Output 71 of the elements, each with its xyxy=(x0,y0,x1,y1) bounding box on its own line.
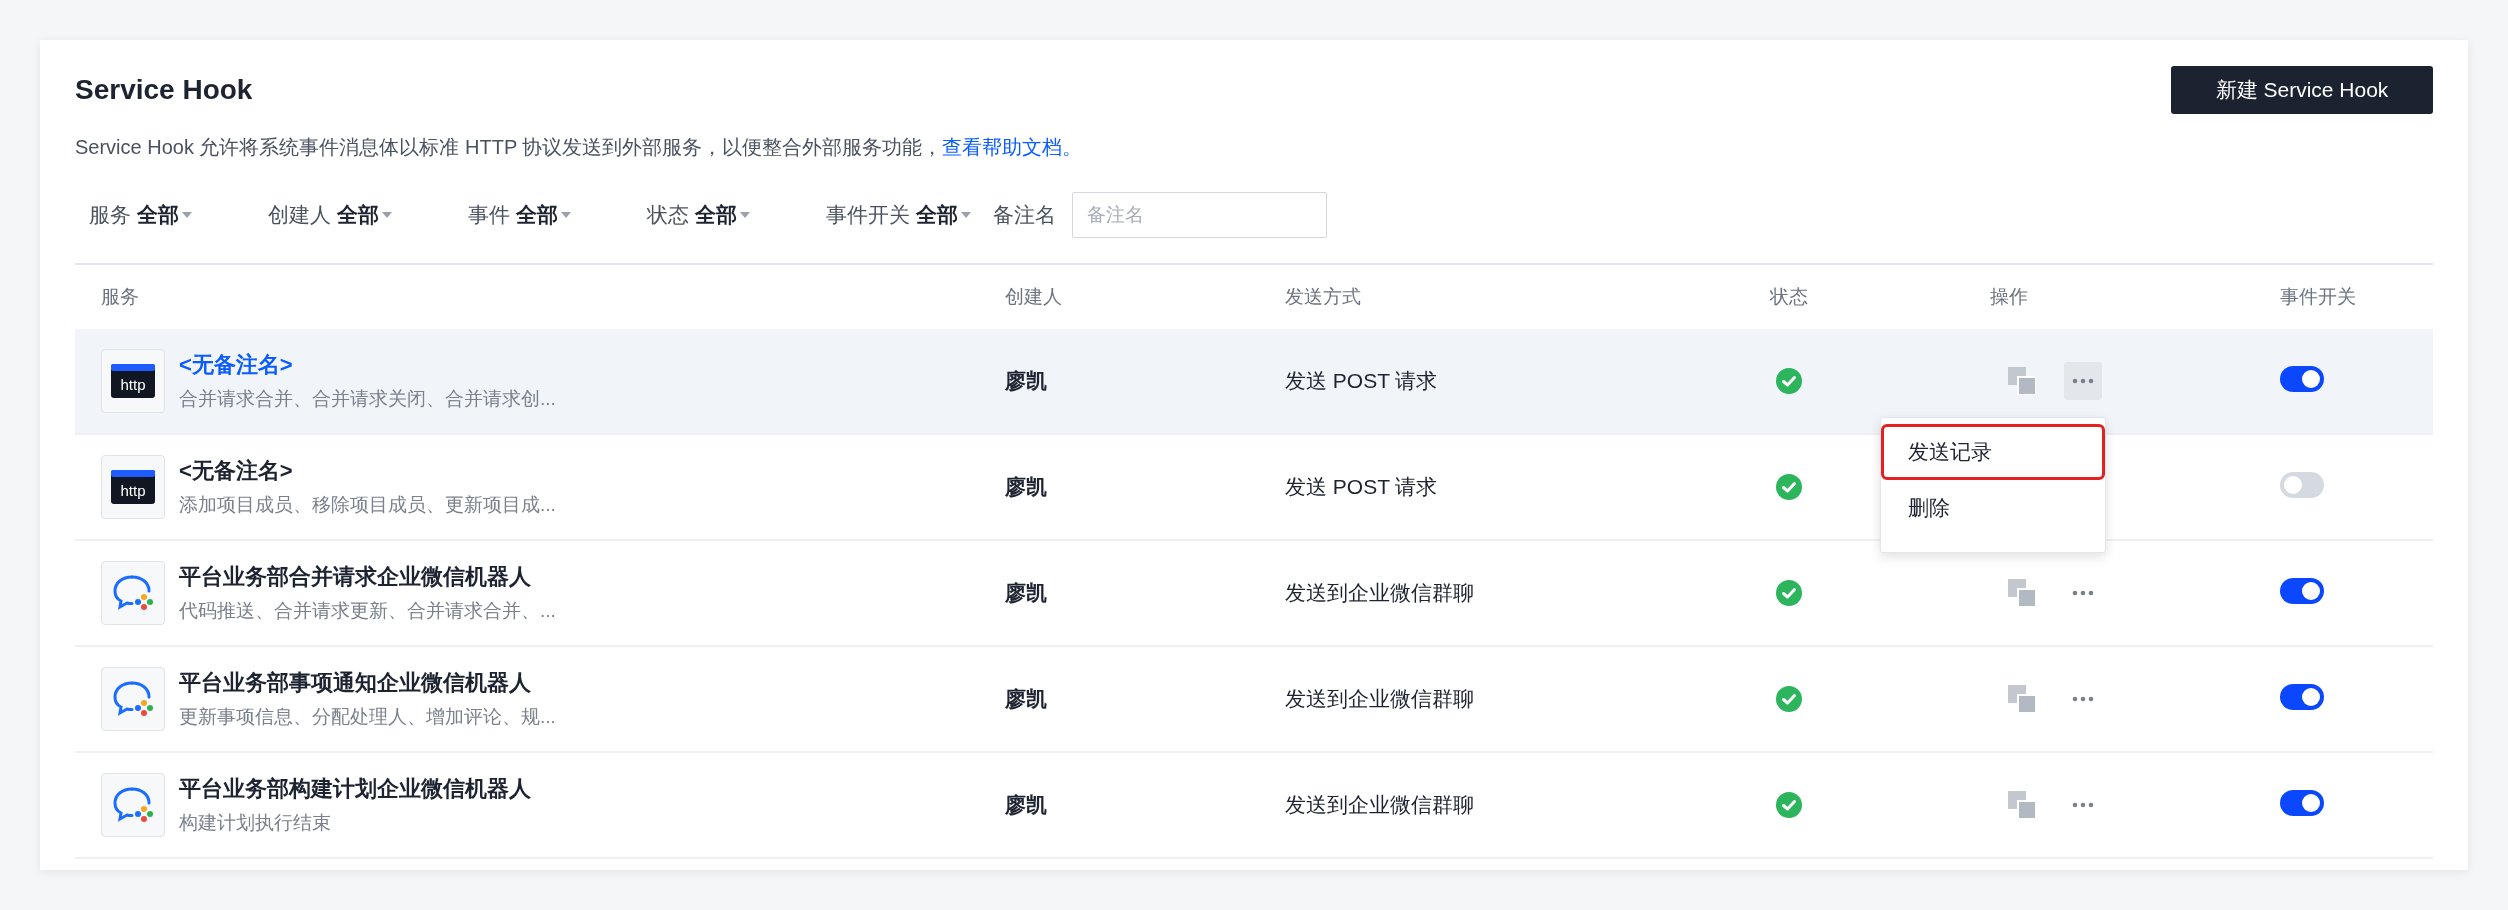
creator-name: 廖凯 xyxy=(1005,792,1048,818)
create-service-hook-button[interactable]: 新建 Service Hook xyxy=(2171,66,2433,114)
remark-filter-label: 备注名 xyxy=(993,202,1056,228)
event-toggle-switch[interactable] xyxy=(2280,471,2324,498)
more-icon xyxy=(2072,590,2094,596)
column-header: 创建人 xyxy=(1005,285,1063,309)
table-row[interactable]: 平台业务部合并请求企业微信机器人 代码推送、合并请求更新、合并请求合并、... 廖凯 发送到企业微信群聊 xyxy=(75,541,2433,647)
event-list: 代码推送、合并请求更新、合并请求合并、... xyxy=(179,598,556,624)
menu-item[interactable]: 发送记录 xyxy=(1881,424,2105,480)
success-check-icon xyxy=(1776,686,1802,712)
filter-dropdown[interactable]: 事件开关 全部 xyxy=(826,201,971,229)
copy-icon[interactable] xyxy=(2008,367,2036,395)
table-row[interactable]: 平台业务部事项通知企业微信机器人 更新事项信息、分配处理人、增加评论、规... 廖凯 发送到企业微信群聊 xyxy=(75,647,2433,753)
page-description: Service Hook 允许将系统事件消息体以标准 HTTP 协议发送到外部服务，以便整合外部服务功能，查看帮助文档。 xyxy=(75,135,1084,160)
send-method: 发送到企业微信群聊 xyxy=(1285,792,1475,818)
service-name[interactable]: 平台业务部构建计划企业微信机器人 xyxy=(179,774,531,804)
success-check-icon xyxy=(1776,792,1802,818)
column-header: 发送方式 xyxy=(1285,285,1362,309)
chat-bubble-icon xyxy=(111,679,155,719)
more-icon xyxy=(2072,802,2094,808)
creator-name: 廖凯 xyxy=(1005,368,1048,394)
service-name[interactable]: 平台业务部合并请求企业微信机器人 xyxy=(179,562,556,592)
copy-icon[interactable] xyxy=(2008,579,2036,607)
send-method: 发送 POST 请求 xyxy=(1285,368,1439,394)
copy-icon[interactable] xyxy=(2008,685,2036,713)
filter-dropdown[interactable]: 创建人 全部 xyxy=(268,201,392,229)
service-name[interactable]: 平台业务部事项通知企业微信机器人 xyxy=(179,668,556,698)
event-list: 添加项目成员、移除项目成员、更新项目成... xyxy=(179,492,556,518)
service-name[interactable]: <无备注名> xyxy=(179,350,556,380)
event-list: 合并请求合并、合并请求关闭、合并请求创... xyxy=(179,386,556,412)
success-check-icon xyxy=(1776,580,1802,606)
event-list: 构建计划执行结束 xyxy=(179,810,531,836)
filter-dropdown[interactable]: 事件 全部 xyxy=(468,201,571,229)
filter-dropdown[interactable]: 状态 全部 xyxy=(647,201,750,229)
success-check-icon xyxy=(1776,368,1802,394)
caret-icon xyxy=(561,212,571,218)
page-title: Service Hook xyxy=(75,73,253,106)
column-header: 服务 xyxy=(100,285,140,309)
creator-name: 廖凯 xyxy=(1005,474,1048,500)
event-toggle-switch[interactable] xyxy=(2280,365,2324,392)
copy-icon[interactable] xyxy=(2008,791,2036,819)
caret-icon xyxy=(182,212,192,218)
creator-name: 廖凯 xyxy=(1005,686,1048,712)
column-header: 操作 xyxy=(1990,285,2029,309)
chat-bubble-icon xyxy=(111,573,155,613)
more-icon xyxy=(2072,696,2094,702)
table-row[interactable]: 平台业务部构建计划企业微信机器人 构建计划执行结束 廖凯 发送到企业微信群聊 xyxy=(75,753,2433,859)
event-toggle-switch[interactable] xyxy=(2280,577,2324,604)
more-icon xyxy=(2072,378,2094,384)
more-options-button[interactable] xyxy=(2064,362,2102,400)
service-name[interactable]: <无备注名> xyxy=(179,456,556,486)
column-header: 状态 xyxy=(1770,285,1809,309)
send-method: 发送到企业微信群聊 xyxy=(1285,580,1475,606)
success-check-icon xyxy=(1776,474,1802,500)
http-window-icon: http xyxy=(111,470,155,504)
send-method: 发送到企业微信群聊 xyxy=(1285,686,1475,712)
http-window-icon: http xyxy=(111,364,155,398)
help-link[interactable]: 查看帮助文档。 xyxy=(942,136,1083,158)
send-method: 发送 POST 请求 xyxy=(1285,474,1439,500)
caret-icon xyxy=(382,212,392,218)
chat-bubble-icon xyxy=(111,785,155,825)
caret-icon xyxy=(961,212,971,218)
menu-item[interactable]: 删除 xyxy=(1881,480,2105,536)
caret-icon xyxy=(740,212,750,218)
creator-name: 廖凯 xyxy=(1005,580,1048,606)
event-toggle-switch[interactable] xyxy=(2280,683,2324,710)
remark-search-field[interactable]: 备注名 xyxy=(1072,192,1327,238)
event-toggle-switch[interactable] xyxy=(2280,789,2324,816)
event-list: 更新事项信息、分配处理人、增加评论、规... xyxy=(179,704,556,730)
column-header: 事件开关 xyxy=(2280,285,2357,309)
filter-dropdown[interactable]: 服务 全部 xyxy=(89,201,192,229)
